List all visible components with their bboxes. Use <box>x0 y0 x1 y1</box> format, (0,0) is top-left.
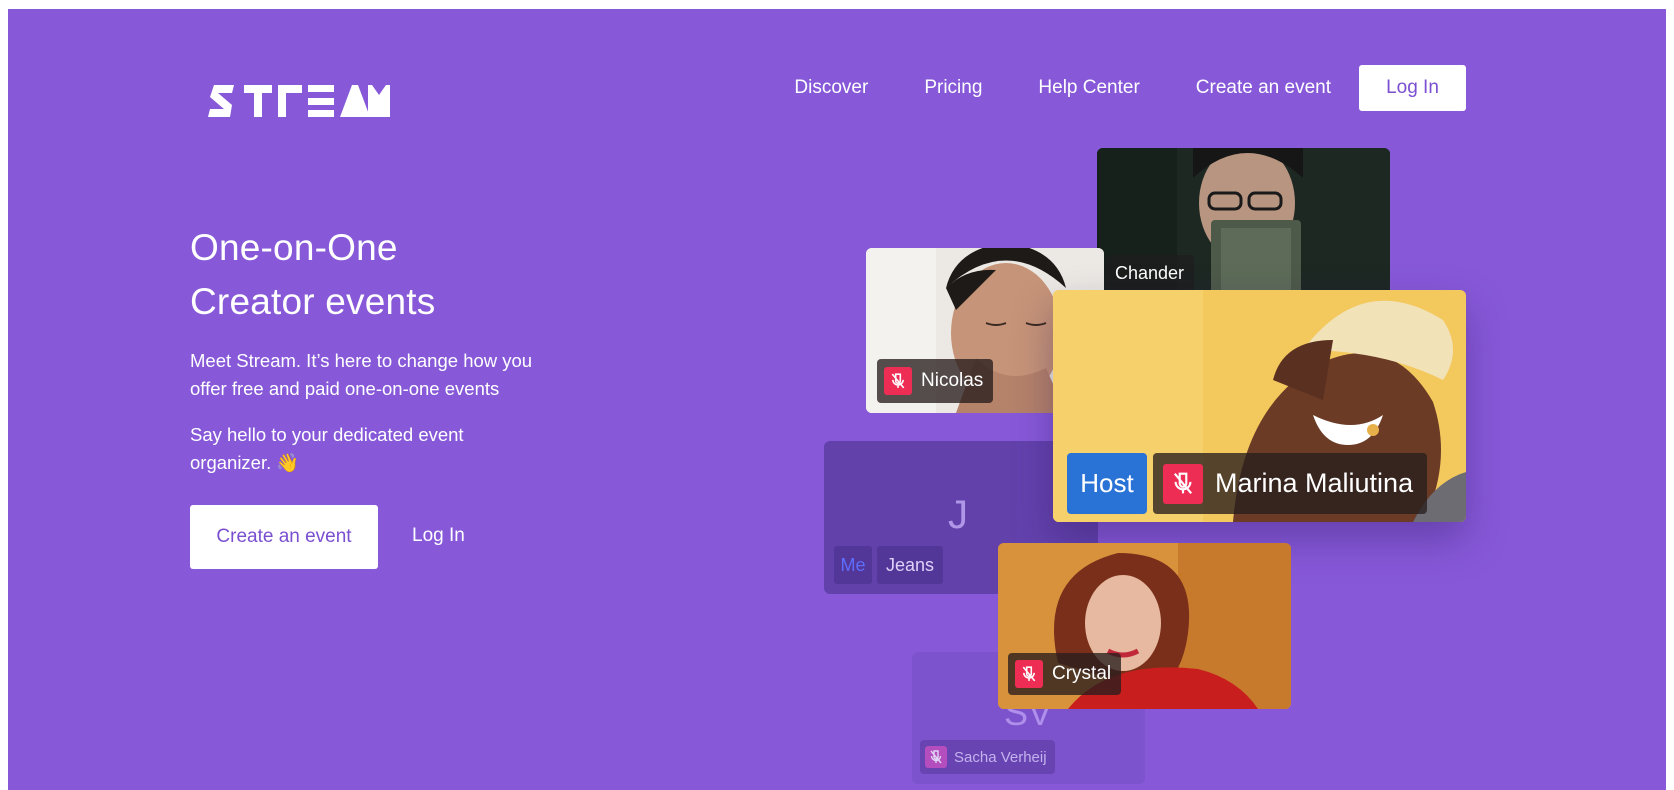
hero-title: One-on-One Creator events <box>190 221 435 329</box>
landing-page: Discover Pricing Help Center Create an e… <box>8 9 1666 790</box>
video-tile-chander: Chander <box>1097 148 1390 298</box>
nav-help-center[interactable]: Help Center <box>1038 77 1139 99</box>
participant-initial: J <box>948 493 968 537</box>
hero-login-link[interactable]: Log In <box>412 525 465 547</box>
participant-name-tag: Marina Maliutina <box>1153 453 1428 514</box>
participant-name: Sacha Verheij <box>954 748 1047 766</box>
participant-name: Nicolas <box>921 370 984 391</box>
header-login-button[interactable]: Log In <box>1359 65 1466 111</box>
participant-name-tag: Nicolas <box>877 359 994 403</box>
create-event-button[interactable]: Create an event <box>190 505 378 569</box>
participant-name: Chander <box>1115 262 1185 283</box>
host-badge: Host <box>1067 453 1147 514</box>
video-tile-crystal: Crystal <box>998 543 1291 709</box>
hero-title-line-2: Creator events <box>190 281 436 322</box>
participant-name: Jeans <box>877 546 944 584</box>
stream-logo[interactable] <box>208 81 392 121</box>
participant-name-tag: Sacha Verheij <box>920 740 1055 774</box>
hero-title-line-1: One-on-One <box>190 227 398 268</box>
video-tile-marina: Host Marina Maliutina <box>1053 290 1466 522</box>
microphone-muted-icon <box>925 746 947 768</box>
microphone-muted-icon <box>1163 463 1203 504</box>
microphone-muted-icon <box>884 367 912 395</box>
me-badge: Me <box>834 546 872 584</box>
nav-create-event[interactable]: Create an event <box>1196 77 1331 99</box>
hero-description: Meet Stream. It’s here to change how you… <box>190 350 533 399</box>
participant-name-tag: Chander <box>1105 255 1195 291</box>
participant-name: Marina Maliutina <box>1215 468 1414 498</box>
participant-name: Crystal <box>1052 663 1112 684</box>
hero-greeting: Say hello to your dedicated event organi… <box>190 424 464 473</box>
participant-name-tag: Crystal <box>1008 653 1122 695</box>
nav-pricing[interactable]: Pricing <box>924 77 982 99</box>
top-nav: Discover Pricing Help Center Create an e… <box>794 65 1466 111</box>
nav-discover[interactable]: Discover <box>794 77 868 99</box>
microphone-muted-icon <box>1015 660 1043 688</box>
